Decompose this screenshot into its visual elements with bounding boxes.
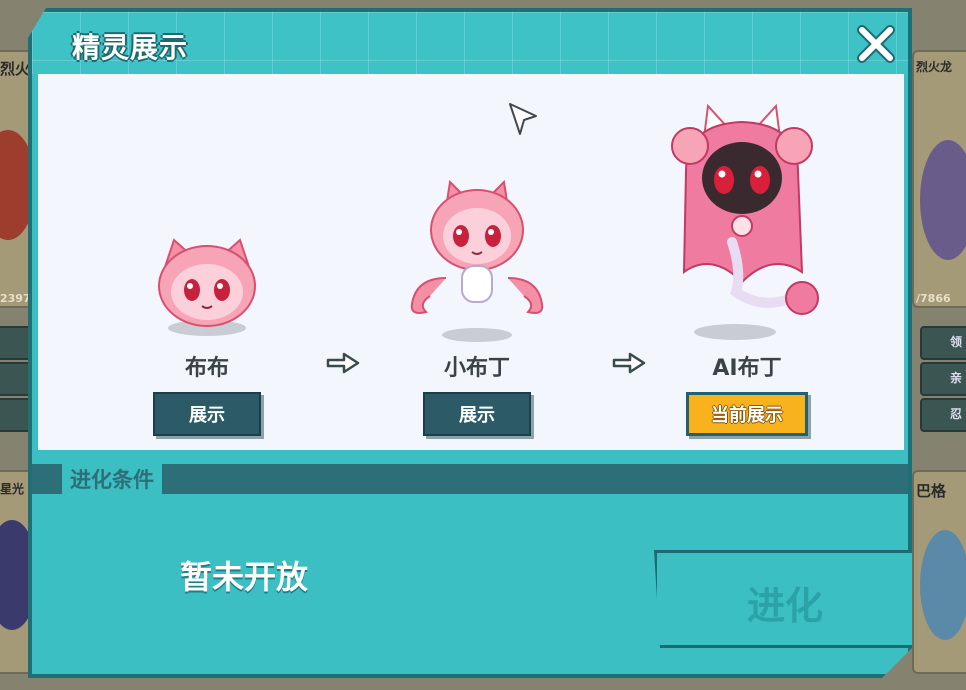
show-stage-1-button[interactable]: 展示 [153, 392, 261, 436]
bg-label-right-num: /7866 [916, 292, 951, 305]
evolve-button-label: 进化 [746, 583, 823, 628]
current-display-button[interactable]: 当前展示 [686, 392, 808, 436]
evolution-stage-area: 布布 展示 小布丁 展示 AI布丁 当前展示 [38, 74, 904, 450]
bg-label-right-btn2: 亲 [950, 371, 963, 385]
show-stage-2-button[interactable]: 展示 [423, 392, 531, 436]
conditions-status: 暂未开放 [180, 558, 309, 596]
evolution-stage-1: 布布 展示 [122, 74, 292, 450]
bg-label-right-bottom: 巴格 [916, 482, 947, 500]
evolve-arrow-icon [326, 352, 360, 374]
close-button[interactable] [854, 22, 898, 66]
bg-label-left-num: 2397 [0, 292, 31, 305]
bubu-creature-icon [152, 234, 262, 330]
bg-label-left-top: 烈火 [0, 60, 31, 78]
conditions-header-bar [32, 464, 908, 494]
stage-2-name: 小布丁 [443, 356, 510, 381]
creature-shadow [442, 328, 512, 342]
xiaobuding-creature-icon [406, 178, 548, 324]
stage-3-name: AI布丁 [712, 356, 782, 381]
evolution-stage-3: AI布丁 当前展示 [662, 74, 832, 450]
conditions-tab: 进化条件 [62, 464, 162, 496]
evolve-arrow-icon [612, 352, 646, 374]
evolution-stage-2: 小布丁 展示 [392, 74, 562, 450]
ai-buding-creature-icon [662, 102, 832, 330]
evolve-button[interactable]: 进化 [654, 550, 916, 648]
close-x-icon [854, 22, 898, 66]
bg-label-right-top: 烈火龙 [916, 60, 953, 74]
bg-label-right-btn3: 忍 [950, 407, 963, 421]
sprite-display-dialog: 精灵展示 布布 展示 小布丁 展示 AI布丁 当前展示 进化条件 暂未开放 进化 [28, 8, 912, 678]
bg-label-left-bottom: 星光 [0, 482, 25, 496]
stage-1-name: 布布 [184, 356, 229, 381]
dialog-title: 精灵展示 [72, 31, 189, 64]
bg-label-right-btn1: 领 [950, 335, 963, 349]
bg-creature-blue [920, 530, 966, 640]
